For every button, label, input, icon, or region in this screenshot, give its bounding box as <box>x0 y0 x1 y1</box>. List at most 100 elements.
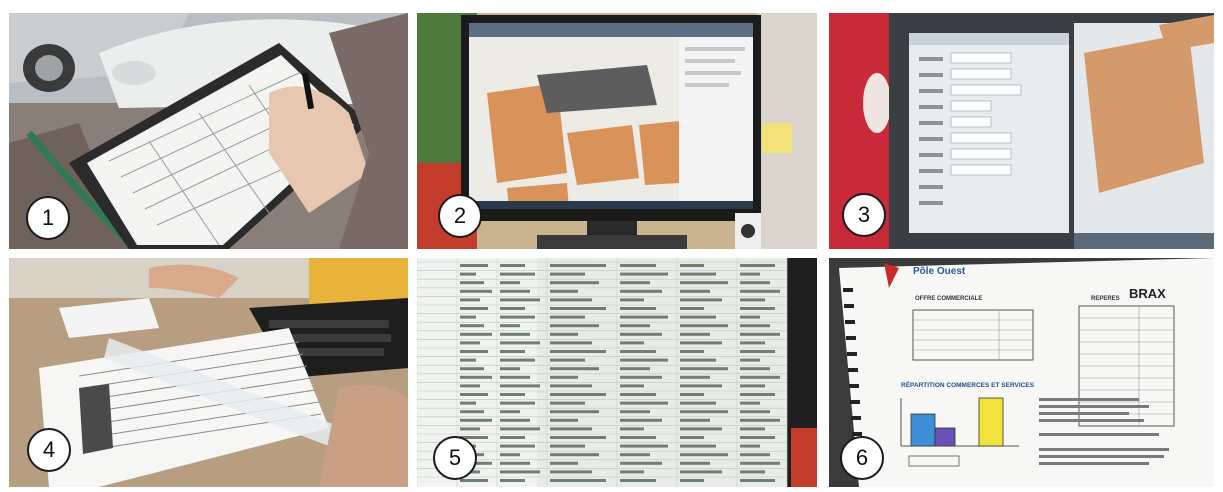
sheet-cell-text <box>500 401 535 405</box>
sheet-cell-text <box>740 375 780 379</box>
sheet-cell-text <box>740 307 775 310</box>
sheet-cell-text <box>460 393 488 396</box>
sheet-cell-text <box>620 401 668 405</box>
sheet-cell-text <box>550 332 578 336</box>
sheet-cell-text <box>550 272 585 276</box>
sheet-cell-text <box>620 332 662 336</box>
sheet-cell-text <box>500 264 525 267</box>
sheet-cell-text <box>550 393 606 396</box>
sheet-cell-text <box>680 427 722 431</box>
sheet-cell-text <box>680 350 704 353</box>
sheet-cell-text <box>740 393 775 396</box>
sheet-cell-text <box>740 332 780 336</box>
sheet-cell-text <box>680 341 722 345</box>
sheet-cell-text <box>500 289 530 293</box>
sheet-cell-text <box>550 324 599 328</box>
sheet-cell-text <box>550 401 585 405</box>
sheet-cell-text <box>620 453 650 457</box>
sheet-cell-text <box>500 384 540 388</box>
sheet-cell-text <box>500 324 520 328</box>
sheet-cell-text <box>620 436 656 439</box>
photo-spreadsheet: 5 <box>417 258 817 487</box>
sheet-cell-text <box>740 350 775 353</box>
sheet-cell-text <box>620 281 650 285</box>
sheet-cell-text <box>680 307 704 310</box>
sheet-cell-text <box>500 281 520 285</box>
sheet-cell-text <box>620 461 662 465</box>
panel-number-badge: 4 <box>27 428 71 472</box>
sheet-cell-text <box>680 393 704 396</box>
sheet-cell-text <box>740 444 760 448</box>
sheet-cell-text <box>620 418 662 422</box>
sheet-cell-text <box>620 307 656 310</box>
sheet-cell-text <box>740 384 765 388</box>
sheet-cell-text <box>680 436 704 439</box>
sheet-cell-text <box>620 444 668 448</box>
spreadsheet-scene <box>417 258 817 487</box>
sheet-cell-text <box>550 384 592 388</box>
sheet-cell-text <box>740 401 760 405</box>
sheet-cell-text <box>680 332 710 336</box>
photo-report-page: Pôle Ouest BRAX OFFRE COMMERCIALE REPERE… <box>829 258 1214 487</box>
sheet-cell-text <box>680 298 722 302</box>
sheet-cell-text <box>620 358 668 362</box>
sheet-cell-text <box>680 444 716 448</box>
sheet-cell-text <box>500 298 540 302</box>
sheet-cell-text <box>500 470 540 474</box>
sheet-cell-text <box>550 461 578 465</box>
sheet-cell-text <box>620 264 656 267</box>
sheet-cell-text <box>740 264 775 267</box>
report-chart-title: RÉPARTITION COMMERCES ET SERVICES <box>901 382 1035 389</box>
sheet-cell-text <box>550 444 585 448</box>
sheet-cell-text <box>500 410 520 414</box>
sheet-cell-text <box>460 375 492 379</box>
sheet-cell-text <box>500 453 520 457</box>
sheet-cell-text <box>550 436 606 439</box>
sheet-cell-text <box>680 358 716 362</box>
sheet-cell-text <box>680 401 716 405</box>
sheet-cell-text <box>460 298 480 302</box>
sheet-cell-text <box>740 470 765 474</box>
sheet-cell-text <box>680 410 728 414</box>
sheet-cell-text <box>620 350 656 353</box>
sheet-cell-text <box>620 272 668 276</box>
sheet-cell-text <box>500 358 535 362</box>
sheet-cell-text <box>500 272 535 276</box>
sheet-cell-text <box>460 341 480 345</box>
sheet-cell-text <box>680 418 710 422</box>
sheet-cell-text <box>680 453 728 457</box>
panel-number-badge: 3 <box>842 193 886 237</box>
sheet-cell-text <box>550 281 599 285</box>
sheet-cell-text <box>550 418 578 422</box>
sheet-cell-text <box>550 264 606 267</box>
sheet-cell-text <box>740 289 780 293</box>
sheet-cell-text <box>500 307 525 310</box>
sheet-cell-text <box>740 410 770 414</box>
sheet-cell-text <box>680 384 722 388</box>
sheet-cell-text <box>460 358 476 362</box>
sheet-cell-text <box>620 341 644 345</box>
sheet-cell-text <box>460 384 480 388</box>
sheet-cell-text <box>680 315 716 319</box>
sheet-cell-text <box>620 315 668 319</box>
sheet-cell-text <box>500 341 540 345</box>
sheet-cell-text <box>740 298 765 302</box>
sheet-cell-text <box>550 470 592 474</box>
report-header: Pôle Ouest <box>913 266 966 277</box>
sheet-cell-text <box>680 281 728 285</box>
photo-monitor-map: 2 <box>417 13 817 249</box>
sheet-cell-text <box>550 289 578 293</box>
sheet-cell-text <box>500 427 540 431</box>
sheet-cell-text <box>500 375 530 379</box>
sheet-cell-text <box>550 375 578 379</box>
sheet-cell-text <box>680 289 710 293</box>
sheet-cell-text <box>620 298 644 302</box>
report-town: BRAX <box>1129 286 1166 301</box>
sheet-cell-text <box>460 264 488 267</box>
sheet-cell-text <box>460 410 484 414</box>
sheet-cell-text <box>550 298 592 302</box>
panel-number-badge: 2 <box>438 194 482 238</box>
sheet-cell-text <box>460 479 488 482</box>
sheet-cell-text <box>740 367 770 371</box>
sheet-cell-text <box>740 461 780 465</box>
